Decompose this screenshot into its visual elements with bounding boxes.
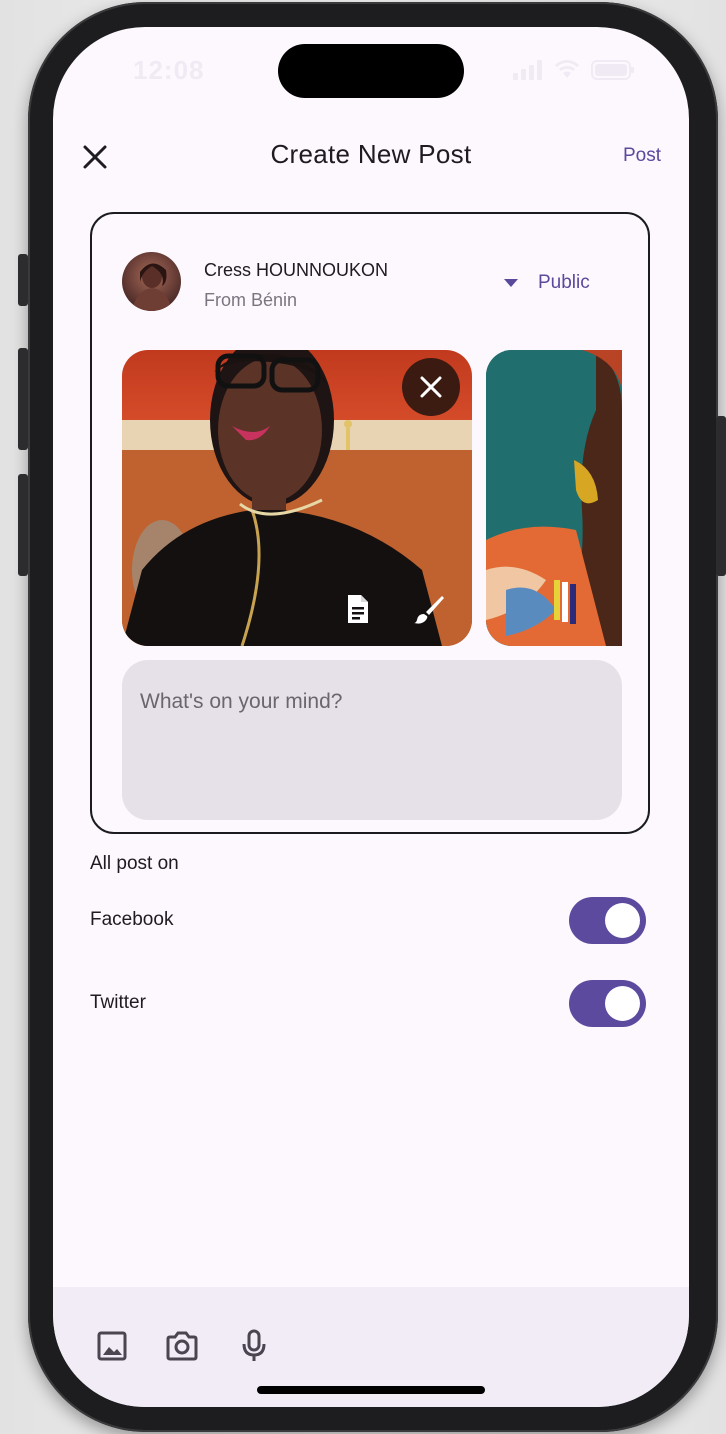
- action-button: [18, 254, 28, 306]
- attached-photo[interactable]: [486, 350, 622, 646]
- post-card: Cress HOUNNOUKON From Bénin Public: [90, 212, 650, 834]
- cellular-signal-icon: [513, 60, 542, 80]
- photo-caption-button[interactable]: [340, 592, 374, 626]
- status-indicators: [513, 59, 635, 81]
- author-origin: From Bénin: [204, 290, 298, 310]
- photo-image: [486, 350, 622, 646]
- avatar: [122, 252, 181, 311]
- brush-icon: [414, 596, 444, 624]
- record-audio-button[interactable]: [237, 1329, 271, 1363]
- image-icon: [97, 1331, 127, 1361]
- privacy-value: Public: [538, 272, 590, 293]
- dynamic-island: [278, 44, 464, 98]
- close-icon: [420, 376, 442, 398]
- microphone-icon: [242, 1329, 266, 1361]
- toggle-knob: [605, 986, 640, 1021]
- bottom-toolbar: [53, 1287, 689, 1407]
- share-row-facebook: Facebook: [90, 897, 646, 945]
- remove-photo-button[interactable]: [402, 358, 460, 416]
- power-button: [716, 416, 726, 576]
- home-indicator[interactable]: [257, 1386, 485, 1394]
- post-button[interactable]: Post: [623, 145, 661, 167]
- attached-photo[interactable]: [122, 350, 472, 646]
- status-time: 12:08: [133, 55, 205, 85]
- twitter-toggle[interactable]: [569, 980, 646, 1027]
- share-label-twitter: Twitter: [90, 992, 146, 1013]
- app-screen: 12:08 Create New Post Post Cress HOUNNOU…: [53, 27, 689, 1407]
- share-heading: All post on: [90, 853, 179, 874]
- wifi-icon: [555, 60, 579, 78]
- share-label-facebook: Facebook: [90, 909, 174, 930]
- document-icon: [348, 595, 368, 623]
- author-name: Cress HOUNNOUKON: [204, 260, 389, 280]
- volume-up-button: [18, 348, 28, 450]
- page-title: Create New Post: [270, 139, 472, 169]
- photo-edit-button[interactable]: [412, 592, 446, 626]
- toggle-knob: [605, 903, 640, 938]
- battery-icon: [591, 60, 634, 80]
- arrow-drop-down-icon: [504, 279, 518, 287]
- volume-down-button: [18, 474, 28, 576]
- post-text-field[interactable]: [122, 660, 622, 820]
- app-header: Create New Post Post: [53, 127, 689, 187]
- share-row-twitter: Twitter: [90, 980, 646, 1028]
- post-text-input[interactable]: [140, 690, 604, 790]
- add-image-button[interactable]: [95, 1329, 129, 1363]
- camera-icon: [166, 1331, 198, 1361]
- privacy-selector[interactable]: Public: [502, 272, 590, 294]
- take-photo-button[interactable]: [165, 1329, 199, 1363]
- facebook-toggle[interactable]: [569, 897, 646, 944]
